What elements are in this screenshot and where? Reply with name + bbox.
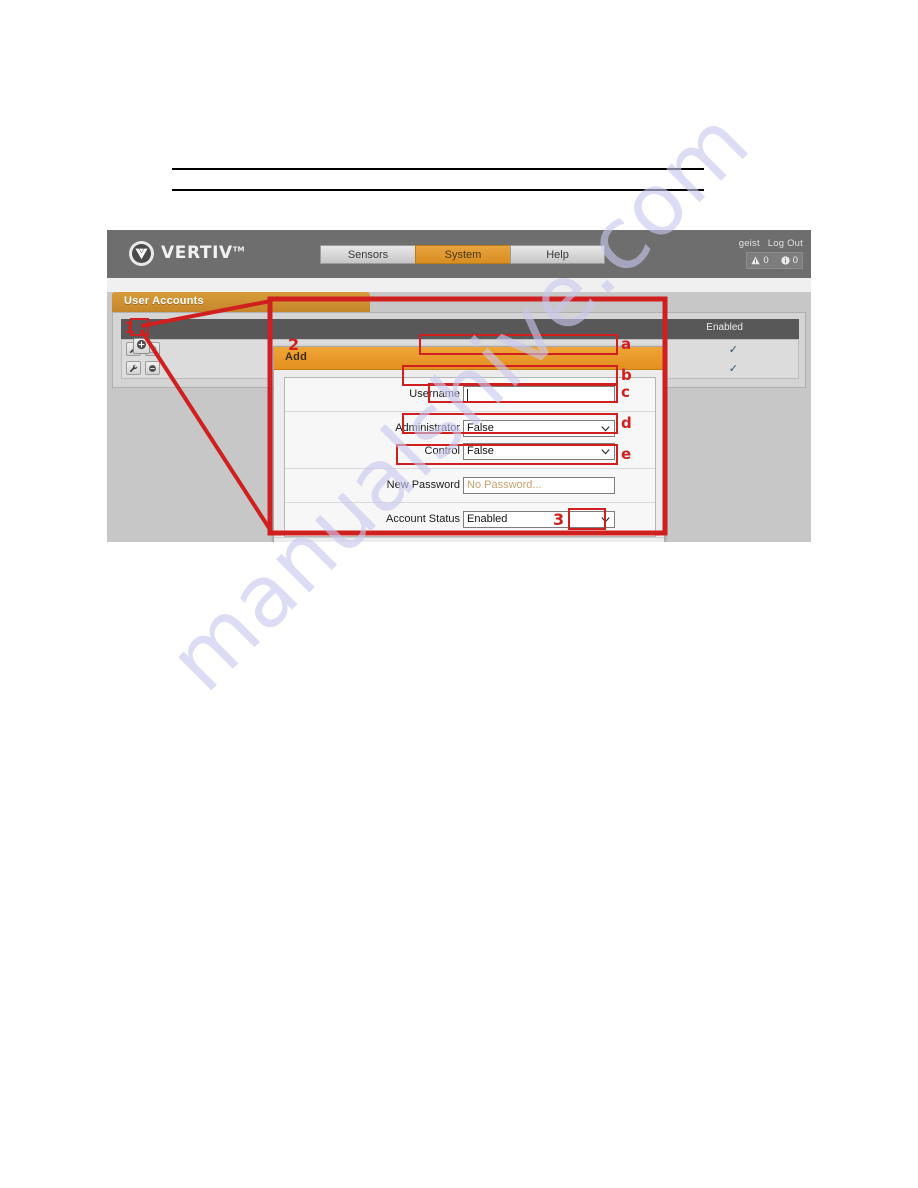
row-actions: [126, 361, 160, 375]
field-row-username: Username: [285, 385, 655, 404]
current-user-label: geist: [738, 238, 760, 249]
annotation-letter-a: a: [621, 335, 632, 353]
wrench-icon[interactable]: [126, 361, 141, 375]
column-header-enabled: Enabled: [706, 322, 743, 333]
control-value: False: [467, 445, 494, 457]
account-status-label: Account Status: [386, 513, 460, 525]
field-row-new-password: New Password No Password...: [285, 476, 655, 495]
trademark-symbol: TM: [232, 245, 245, 254]
info-count: 0: [792, 255, 798, 266]
alarm-count: 0: [763, 255, 769, 266]
add-user-button[interactable]: [133, 338, 150, 354]
vertiv-logo-icon: [129, 241, 154, 266]
nav-tab-help[interactable]: Help: [510, 245, 605, 264]
brand-wordmark: VERTIVTM: [161, 243, 245, 263]
top-divider-1: [172, 168, 704, 170]
row-enabled-check: ✓: [728, 363, 738, 375]
dialog-form: Username Administrator False Control Fal…: [284, 377, 656, 537]
app-body: User Accounts Enabled ✓ ✓ Add Username A…: [107, 278, 811, 542]
field-row-administrator: Administrator False: [285, 419, 655, 438]
info-badge[interactable]: 0: [781, 255, 798, 266]
annotation-step-2: 2: [288, 335, 300, 354]
new-password-label: New Password: [386, 479, 460, 491]
administrator-select[interactable]: False: [463, 420, 615, 437]
application-screenshot: VERTIVTM Sensors System Help geist Log Ou…: [107, 230, 811, 542]
panel-tab-label: User Accounts: [124, 295, 204, 307]
dialog-title-bar: Add: [274, 347, 664, 370]
header-links: geist Log Out: [739, 238, 803, 249]
form-section-password: New Password No Password...: [285, 469, 655, 503]
annotation-step-3: 3: [553, 510, 565, 529]
header-right: geist Log Out 0 0: [739, 238, 803, 270]
administrator-value: False: [467, 422, 494, 434]
form-section-permissions: Administrator False Control False: [285, 412, 655, 469]
annotation-letter-e: e: [621, 445, 632, 463]
brand-logo: VERTIVTM: [129, 241, 245, 266]
dialog-footer: Save Cancel: [274, 537, 664, 542]
nav-tab-system[interactable]: System: [415, 245, 510, 264]
chevron-down-icon: [601, 448, 610, 455]
warning-triangle-icon: [751, 256, 761, 265]
top-divider-2: [172, 189, 704, 191]
account-status-select[interactable]: Enabled: [463, 511, 615, 528]
body-top-strip: [107, 278, 811, 292]
page-watermark: manualshive.com: [0, 0, 918, 1188]
control-label: Control: [424, 445, 460, 457]
form-section-status: Account Status Enabled: [285, 503, 655, 536]
username-label: Username: [409, 388, 460, 400]
status-badges: 0 0: [746, 252, 803, 269]
row-enabled-check: ✓: [728, 344, 738, 356]
delete-icon[interactable]: [145, 361, 160, 375]
app-header: VERTIVTM Sensors System Help geist Log Ou…: [107, 230, 811, 278]
annotation-letter-d: d: [621, 414, 632, 432]
main-nav: Sensors System Help: [320, 245, 605, 264]
alarm-badge[interactable]: 0: [751, 255, 769, 266]
chevron-down-icon: [601, 425, 610, 432]
username-input[interactable]: [463, 386, 615, 403]
new-password-input[interactable]: No Password...: [463, 477, 615, 494]
control-select[interactable]: False: [463, 443, 615, 460]
account-status-value: Enabled: [467, 513, 508, 525]
logout-link[interactable]: Log Out: [768, 238, 803, 249]
plus-circle-icon: [136, 337, 147, 355]
info-circle-icon: [781, 256, 790, 265]
annotation-overlay: [139, 296, 668, 536]
nav-tab-sensors[interactable]: Sensors: [320, 245, 415, 264]
add-user-dialog: Add Username Administrator False Control…: [273, 346, 665, 542]
form-section-identity: Username: [285, 378, 655, 412]
accounts-table-header: Enabled: [121, 319, 799, 339]
panel-tab-user-accounts[interactable]: User Accounts: [112, 292, 370, 312]
chevron-down-icon: [601, 516, 610, 523]
annotation-letter-c: c: [621, 383, 630, 401]
field-row-control: Control False: [285, 442, 655, 461]
annotation-step-1: 1: [124, 318, 136, 337]
field-row-account-status: Account Status Enabled: [285, 510, 655, 529]
administrator-label: Administrator: [395, 422, 460, 434]
annotation-letter-b: b: [621, 366, 632, 384]
